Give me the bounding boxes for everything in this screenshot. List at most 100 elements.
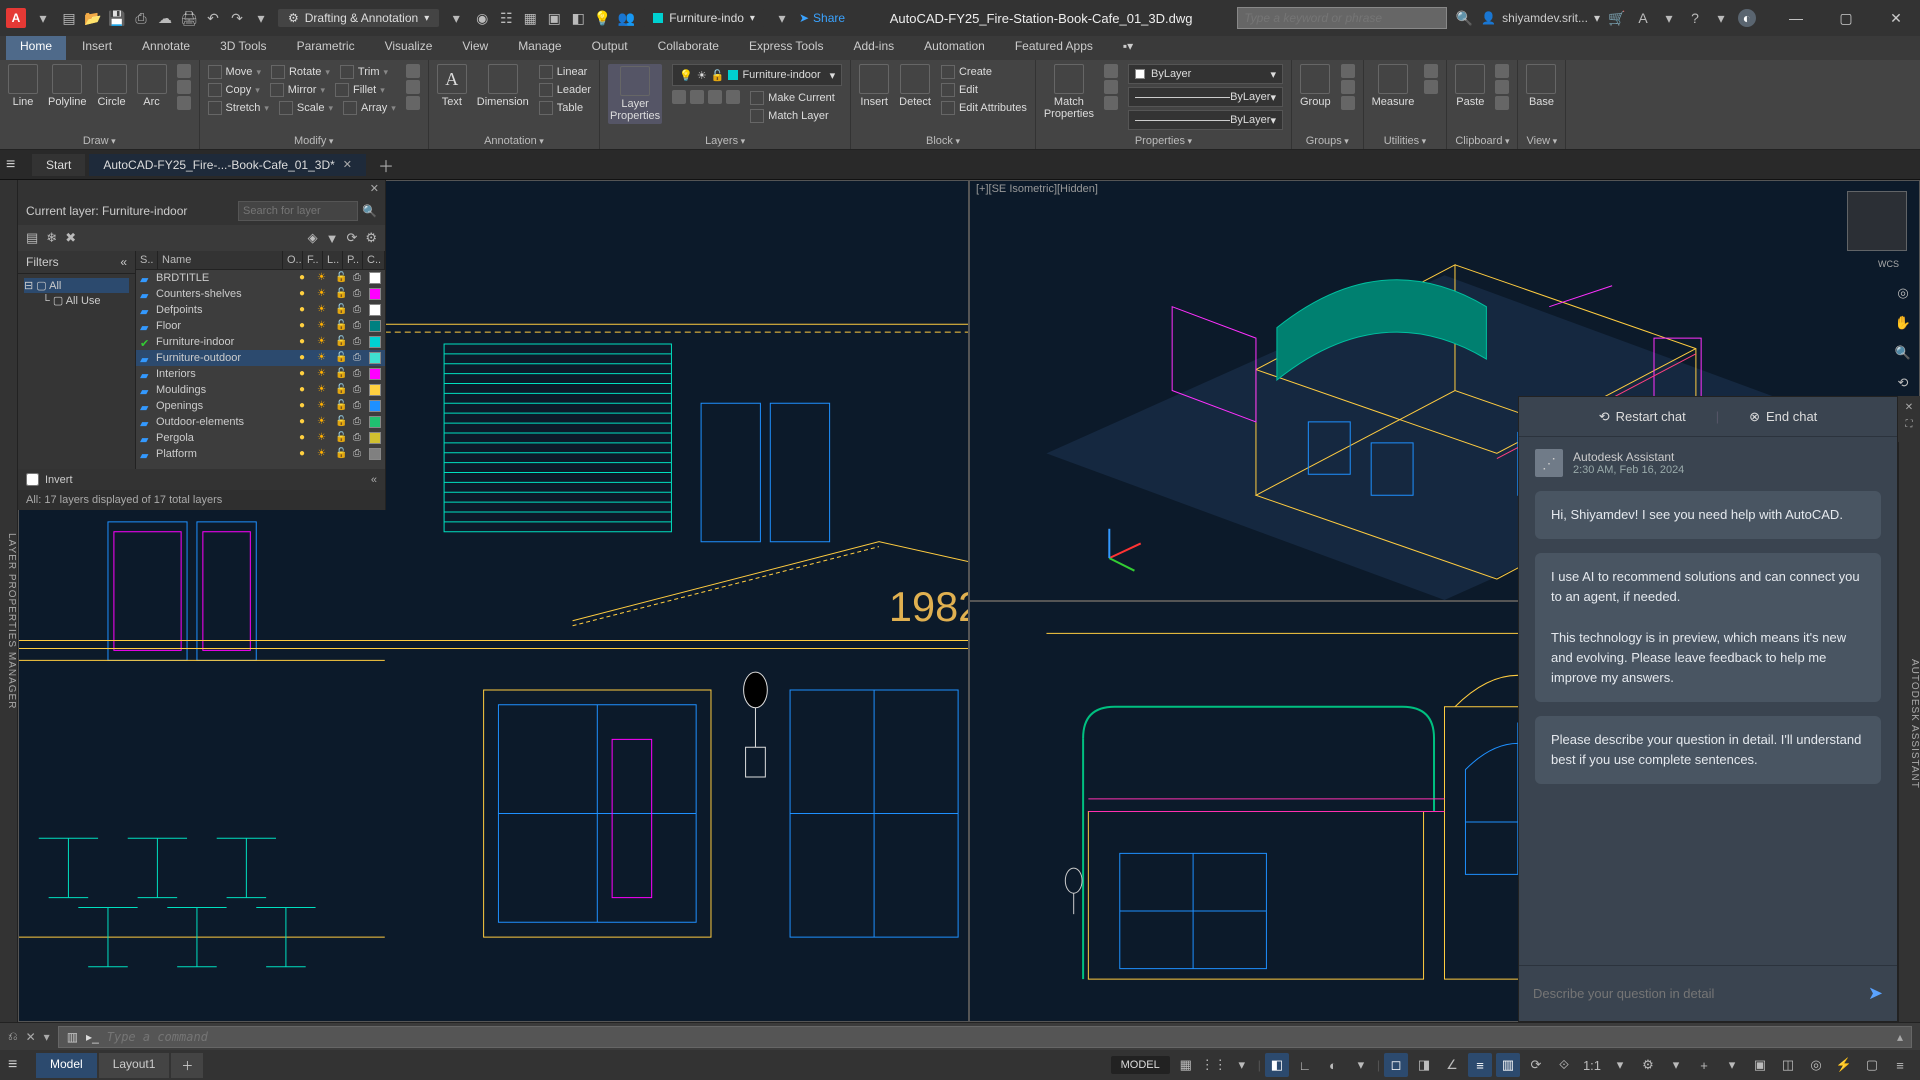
- otrack-toggle[interactable]: ∠: [1440, 1053, 1464, 1077]
- layer-delete-icon[interactable]: ✖: [65, 230, 76, 246]
- line-tool[interactable]: Line: [8, 64, 38, 108]
- model-tab[interactable]: Model: [36, 1053, 97, 1078]
- arc-tool[interactable]: Arc: [137, 64, 167, 108]
- ribbon-tab-3d-tools[interactable]: 3D Tools: [206, 36, 280, 60]
- transparency-toggle[interactable]: ▥: [1496, 1053, 1520, 1077]
- leader-tool[interactable]: Leader: [539, 82, 591, 98]
- layer-refresh-icon[interactable]: ⟳: [346, 230, 357, 246]
- prop-btn-2[interactable]: [1104, 80, 1118, 94]
- ribbon-tab-express-tools[interactable]: Express Tools: [735, 36, 837, 60]
- ribbon-tab-featured-apps[interactable]: Featured Apps: [1001, 36, 1107, 60]
- polar-toggle[interactable]: ◐: [1321, 1053, 1345, 1077]
- annoscale-toggle[interactable]: ⟐: [1552, 1053, 1576, 1077]
- qat-open-icon[interactable]: 📂: [84, 9, 102, 27]
- ribbon-tab-manage[interactable]: Manage: [504, 36, 575, 60]
- layer-panel-close-icon[interactable]: ✕: [370, 182, 379, 195]
- create-block[interactable]: Create: [941, 64, 1027, 80]
- edit-block[interactable]: Edit: [941, 82, 1027, 98]
- layer-row-brdtitle[interactable]: ▰BRDTITLE●☀🔓⎙: [136, 270, 385, 286]
- panel-layers-title[interactable]: Layers: [608, 133, 842, 147]
- ortho-toggle[interactable]: ∟: [1293, 1053, 1317, 1077]
- layer-filter-icon[interactable]: ▼: [326, 231, 339, 246]
- layer-new-icon[interactable]: ▤: [26, 230, 38, 246]
- table-tool[interactable]: Table: [539, 100, 591, 116]
- end-chat-button[interactable]: ⊗End chat: [1749, 409, 1817, 425]
- panel-view-title[interactable]: View: [1526, 133, 1557, 147]
- qat-new-icon[interactable]: ▤: [60, 9, 78, 27]
- ribbon-tab-output[interactable]: Output: [578, 36, 642, 60]
- assistant-rail[interactable]: AUTODESK ASSISTANT: [1898, 396, 1920, 1022]
- copy-tool[interactable]: Copy ▾: [208, 82, 260, 98]
- insert-button[interactable]: Insert: [859, 64, 889, 108]
- layer-search-input[interactable]: [238, 201, 358, 221]
- layer-properties-button[interactable]: Layer Properties: [608, 64, 662, 124]
- ut-2[interactable]: [1424, 80, 1438, 94]
- panel-modify-title[interactable]: Modify: [208, 133, 420, 147]
- cmdline-close-icon[interactable]: ✕: [26, 1030, 36, 1044]
- layout-menu-icon[interactable]: ≡: [8, 1056, 30, 1074]
- modify-ext-3[interactable]: [406, 96, 420, 110]
- collab-icon-2[interactable]: ☷: [497, 9, 515, 27]
- layer-settings-icon[interactable]: ⚙: [365, 230, 377, 246]
- autodesk-app-icon[interactable]: A: [1634, 9, 1652, 27]
- scale-label[interactable]: 1:1: [1580, 1053, 1604, 1077]
- viewcube[interactable]: [1847, 191, 1907, 251]
- units-icon[interactable]: ▣: [1748, 1053, 1772, 1077]
- assistant-send-icon[interactable]: ➤: [1868, 983, 1883, 1004]
- modify-ext-2[interactable]: [406, 80, 420, 94]
- draw-ext-2[interactable]: [177, 80, 191, 94]
- close-doc-icon[interactable]: ✕: [343, 158, 352, 171]
- layer-dropdown[interactable]: 💡☀🔓 Furniture-indoor ▾: [672, 64, 842, 86]
- draw-ext-1[interactable]: [177, 64, 191, 78]
- draw-ext-3[interactable]: [177, 96, 191, 110]
- command-input[interactable]: [107, 1030, 1889, 1044]
- qat-plot-icon[interactable]: 🖨: [180, 9, 198, 27]
- minimize-button[interactable]: —: [1778, 10, 1814, 27]
- cmdline-custom-icon[interactable]: ▾: [44, 1030, 50, 1044]
- grid-toggle[interactable]: ▦: [1174, 1053, 1198, 1077]
- ribbon-tab-visualize[interactable]: Visualize: [371, 36, 447, 60]
- array-tool[interactable]: Array ▾: [343, 100, 396, 116]
- assistant-input[interactable]: [1533, 986, 1858, 1001]
- ribbon-tab-collaborate[interactable]: Collaborate: [644, 36, 733, 60]
- layer-row-openings[interactable]: ▰Openings●☀🔓⎙: [136, 398, 385, 414]
- command-input-box[interactable]: ▥ ▸_ ▴: [58, 1026, 1912, 1048]
- panel-block-title[interactable]: Block: [859, 133, 1027, 147]
- cb-2[interactable]: [1495, 80, 1509, 94]
- help-arrow[interactable]: ▾: [1712, 9, 1730, 27]
- share-button[interactable]: ➤ Share: [799, 11, 845, 25]
- color-dropdown[interactable]: ByLayer▾: [1128, 64, 1283, 84]
- ws-gear-icon[interactable]: ⚙: [1636, 1053, 1660, 1077]
- collab-icon-3[interactable]: ▦: [521, 9, 539, 27]
- layer-search-icon[interactable]: 🔍: [362, 204, 377, 218]
- qp-icon[interactable]: ◫: [1776, 1053, 1800, 1077]
- linear-tool[interactable]: Linear: [539, 64, 591, 80]
- workspace-dropdown[interactable]: ⚙ Drafting & Annotation: [278, 9, 439, 27]
- group-button[interactable]: Group: [1300, 64, 1331, 108]
- layer-row-interiors[interactable]: ▰Interiors●☀🔓⎙: [136, 366, 385, 382]
- filter-all-used[interactable]: └ ▢ All Use: [24, 293, 129, 308]
- maximize-button[interactable]: ▢: [1828, 10, 1864, 27]
- move-tool[interactable]: Move ▾: [208, 64, 261, 80]
- text-tool[interactable]: AText: [437, 64, 467, 108]
- layer-row-furniture-outdoor[interactable]: ▰Furniture-outdoor●☀🔓⎙: [136, 350, 385, 366]
- ut-1[interactable]: [1424, 64, 1438, 78]
- grp-2[interactable]: [1341, 80, 1355, 94]
- rotate-tool[interactable]: Rotate ▾: [271, 64, 330, 80]
- lineweight-dropdown[interactable]: ByLayer▾: [1128, 87, 1283, 107]
- circle-tool[interactable]: Circle: [97, 64, 127, 108]
- notif-icon[interactable]: ▾: [1660, 9, 1678, 27]
- detect-button[interactable]: Detect: [899, 64, 931, 108]
- panel-groups-title[interactable]: Groups: [1300, 133, 1355, 147]
- match-properties-button[interactable]: Match Properties: [1044, 64, 1094, 120]
- layer-quick-dropdown[interactable]: Furniture-indo: [643, 9, 765, 27]
- assistant-expand-icon[interactable]: ⛶: [1906, 419, 1913, 430]
- qat-more-icon[interactable]: ▾: [252, 9, 270, 27]
- layer-row-furniture-indoor[interactable]: ✔Furniture-indoor●☀🔓⎙: [136, 334, 385, 350]
- layer-row-counters-shelves[interactable]: ▰Counters-shelves●☀🔓⎙: [136, 286, 385, 302]
- nav-pan-icon[interactable]: ✋: [1891, 311, 1915, 335]
- customize-icon[interactable]: ≡: [1888, 1053, 1912, 1077]
- qat-saveas-icon[interactable]: ⎙: [132, 9, 150, 27]
- collab-icon-5[interactable]: ◧: [569, 9, 587, 27]
- measure-button[interactable]: Measure: [1372, 64, 1415, 108]
